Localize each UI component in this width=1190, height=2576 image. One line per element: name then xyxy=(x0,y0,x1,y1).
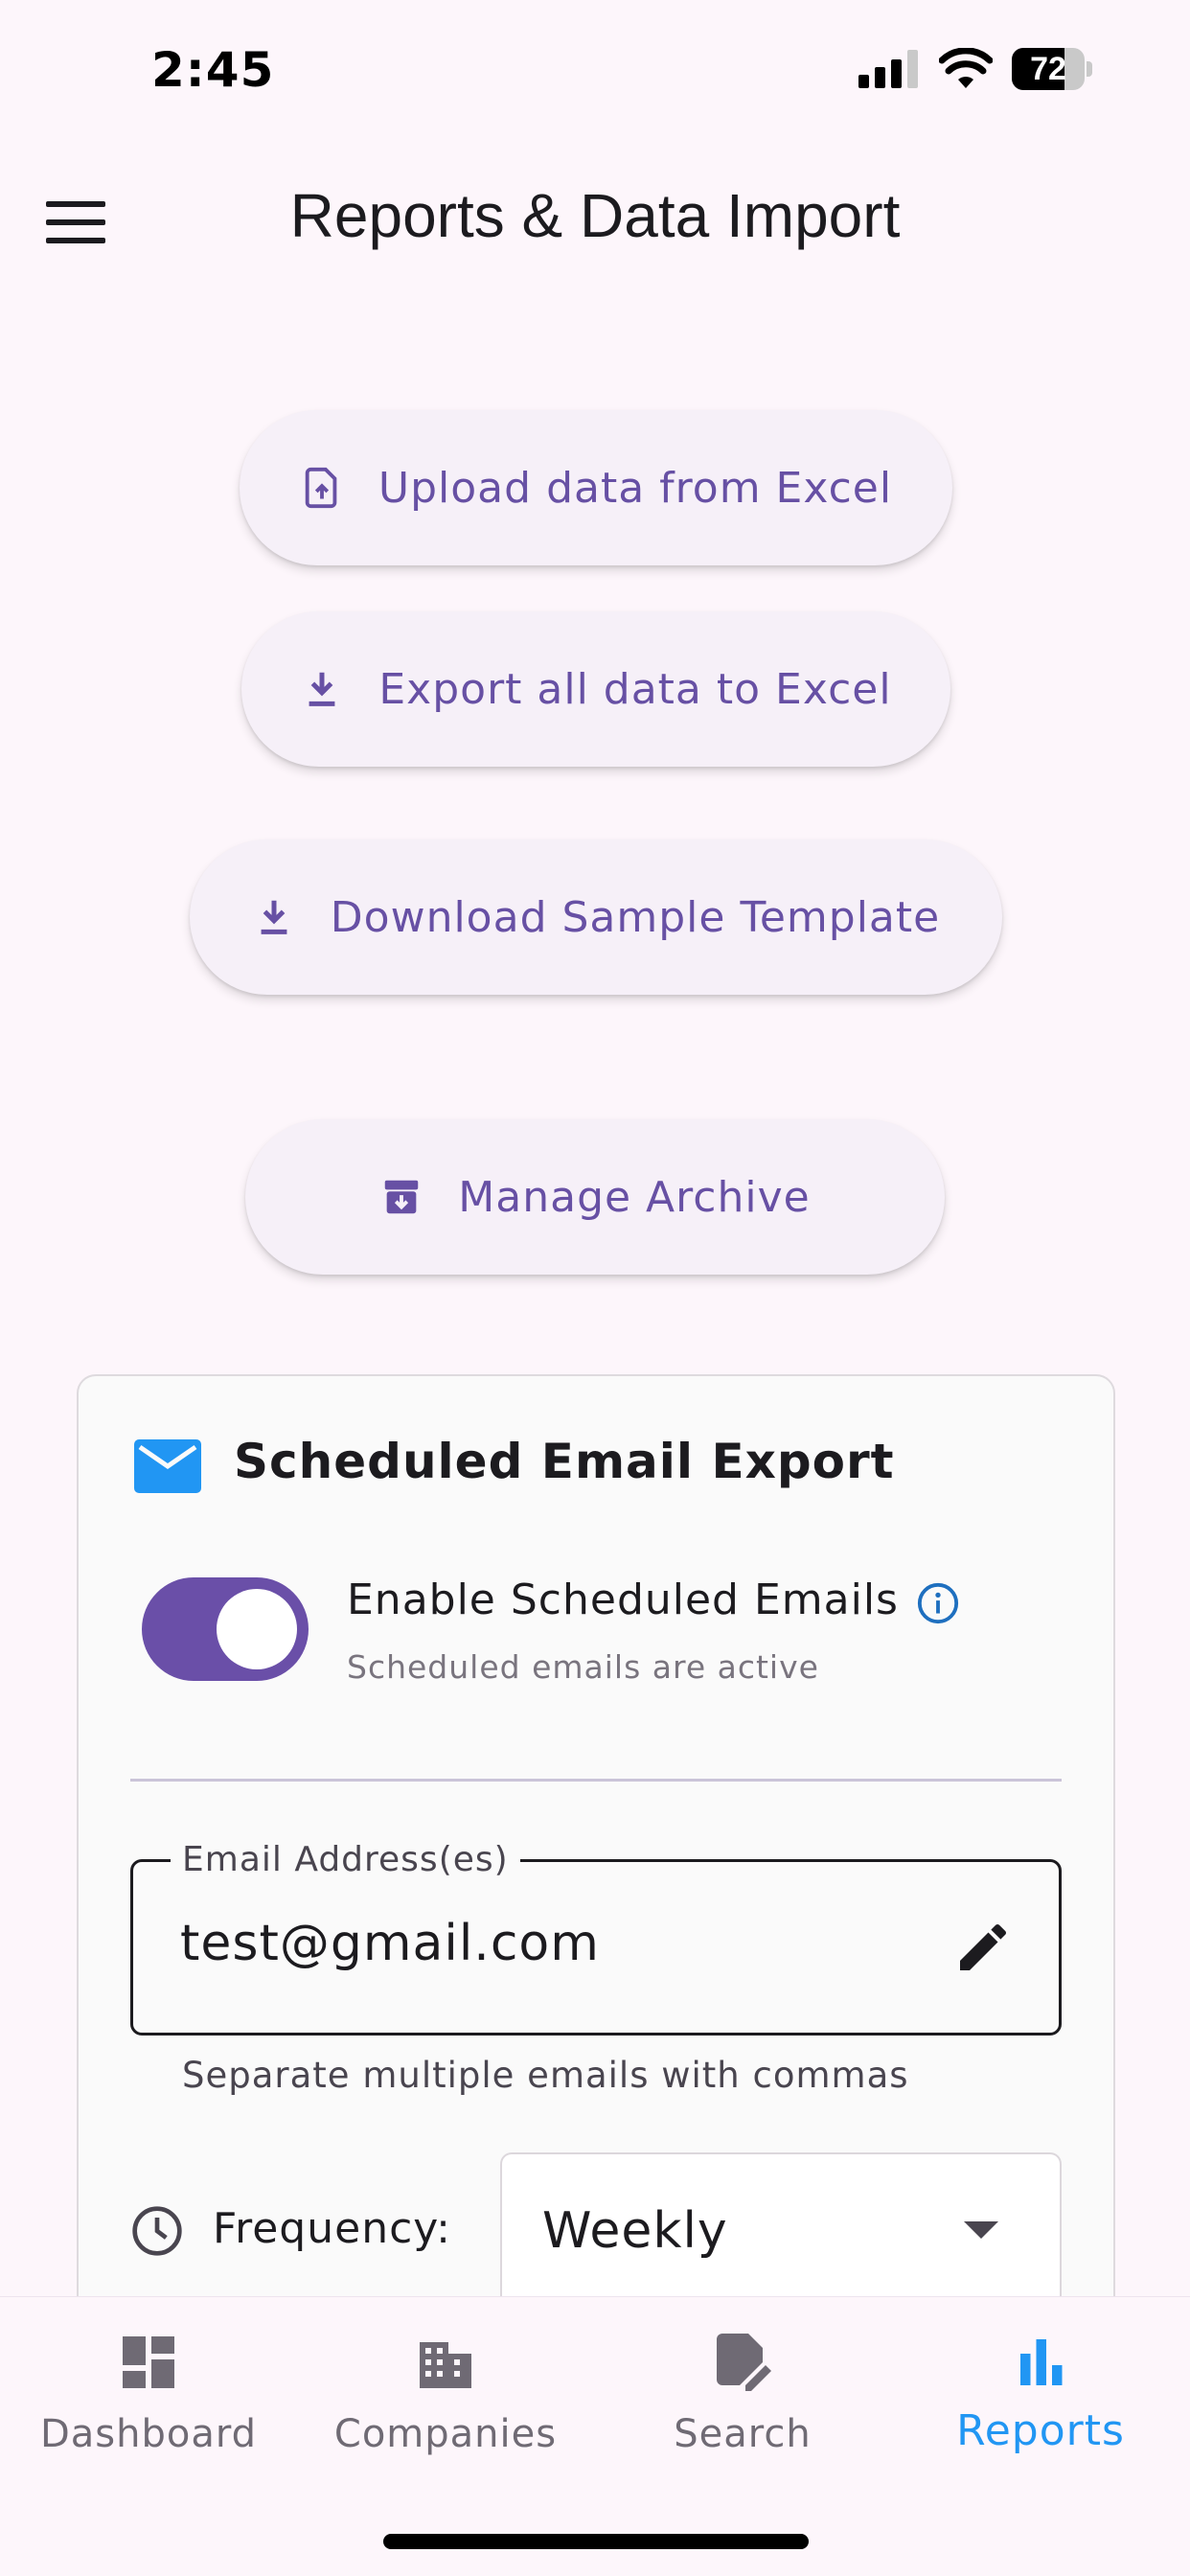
file-upload-icon xyxy=(305,467,337,509)
nav-label-companies: Companies xyxy=(333,2412,558,2456)
bar-chart-icon xyxy=(1020,2339,1063,2385)
nav-item-companies[interactable]: Companies xyxy=(297,2297,594,2508)
status-bar: 2:45 72 xyxy=(0,0,1190,144)
nav-item-reports[interactable]: Reports xyxy=(891,2297,1190,2508)
download-icon xyxy=(261,900,287,934)
toggle-status-text: Scheduled emails are active xyxy=(347,1648,819,1686)
card-title: Scheduled Email Export xyxy=(234,1434,895,1489)
nav-item-dashboard[interactable]: Dashboard xyxy=(0,2297,297,2508)
export-excel-button[interactable]: Export all data to Excel xyxy=(241,611,950,767)
mail-icon xyxy=(134,1439,201,1493)
wifi-icon xyxy=(939,48,993,88)
home-indicator xyxy=(383,2534,809,2549)
manage-archive-button[interactable]: Manage Archive xyxy=(245,1119,945,1275)
upload-excel-label: Upload data from Excel xyxy=(378,463,893,513)
archive-icon xyxy=(385,1180,419,1214)
dashboard-icon xyxy=(123,2336,174,2388)
toggle-label: Enable Scheduled Emails xyxy=(347,1576,899,1624)
page-title: Reports & Data Import xyxy=(289,181,901,250)
email-field-value[interactable]: test@gmail.com xyxy=(180,1915,600,1972)
pencil-icon[interactable] xyxy=(952,1917,1014,1978)
info-icon[interactable] xyxy=(916,1581,960,1625)
status-time: 2:45 xyxy=(151,42,275,98)
download-icon xyxy=(309,672,335,706)
nav-label-dashboard: Dashboard xyxy=(39,2412,257,2456)
frequency-label: Frequency: xyxy=(213,2204,451,2253)
nav-label-reports: Reports xyxy=(956,2406,1125,2455)
toggle-knob xyxy=(217,1589,297,1669)
email-field-label: Email Address(es) xyxy=(171,1840,520,1879)
upload-excel-button[interactable]: Upload data from Excel xyxy=(240,410,952,565)
building-icon xyxy=(420,2342,471,2388)
frequency-value[interactable]: Weekly xyxy=(542,2202,728,2260)
clock-icon xyxy=(132,2206,182,2256)
download-template-button[interactable]: Download Sample Template xyxy=(190,840,1002,995)
nav-label-search: Search xyxy=(674,2412,812,2456)
cellular-signal-icon xyxy=(858,50,920,88)
battery-icon: 72 xyxy=(1012,48,1092,90)
export-excel-label: Export all data to Excel xyxy=(378,664,892,714)
email-helper-text: Separate multiple emails with commas xyxy=(182,2055,909,2096)
manage-archive-label: Manage Archive xyxy=(458,1172,811,1222)
search-document-icon xyxy=(717,2334,771,2391)
nav-item-search[interactable]: Search xyxy=(594,2297,891,2508)
download-template-label: Download Sample Template xyxy=(330,892,941,942)
dropdown-arrow-icon[interactable] xyxy=(964,2221,998,2239)
battery-level: 72 xyxy=(1030,51,1066,87)
enable-scheduled-emails-toggle[interactable] xyxy=(142,1577,309,1681)
divider xyxy=(130,1779,1062,1782)
